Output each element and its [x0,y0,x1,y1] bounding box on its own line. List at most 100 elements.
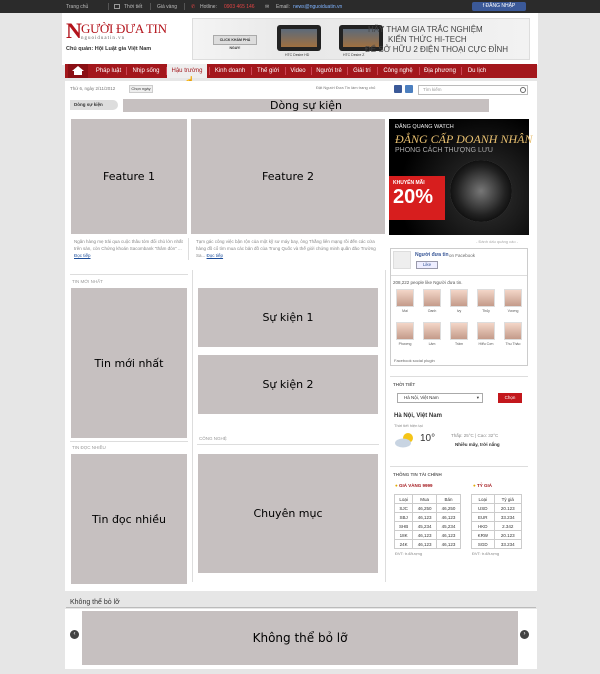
banner-cta-button[interactable]: CLICK KHÁM PHÁ NGAY! [213,35,257,50]
nav-video[interactable]: Video [287,64,309,78]
exchange-rate-table: Loại Tỷ giá USD 20.123 EUR 33.234 HKD 2.342 KRW 2… [471,494,523,549]
nav-nhip-song[interactable]: Nhịp sống [128,64,164,78]
fan-name[interactable]: Hiểu Cơn [475,342,497,346]
facebook-login-button[interactable]: f ĐĂNG NHẬP [472,2,526,11]
email-link[interactable]: news@nguoiduatin.vn [293,4,342,10]
fan-name[interactable]: Oanh [421,309,443,313]
fan-avatar[interactable] [423,289,441,307]
weather-link[interactable]: Thời tiết [124,4,142,10]
latest-news[interactable]: Tin mới nhất [70,287,188,439]
nav-dia-phuong[interactable]: Địa phương [421,64,459,78]
fx-title: ● TỶ GIÁ [473,483,492,488]
fan-name[interactable]: Ivy [448,309,470,313]
table-row: USD 20.123 [471,503,523,513]
fan-name[interactable]: Thu Thảo [502,342,524,346]
fan-name[interactable]: Vương [502,309,524,313]
table-cell: Bán [436,494,461,504]
ad-brand: ĐĂNG QUANG WATCH [395,124,454,130]
fan-name[interactable]: Phương [394,342,416,346]
category-block[interactable]: Chuyên mục [197,453,379,574]
feature-2[interactable]: Feature 2 [190,118,386,235]
nav-phap-luat[interactable]: Pháp luật [92,64,125,78]
fan-avatar[interactable] [450,289,468,307]
fan-avatar[interactable] [423,322,441,340]
footer-section-label: Không thể bỏ lỡ [70,599,120,606]
table-cell: 45,234 [436,521,461,531]
fb-like-count: 208,222 people like Người đưa tin. [393,280,463,285]
weather-icon [114,4,120,9]
fx-unit: ĐVT: tr.đ/lượng [472,551,500,556]
feature-1[interactable]: Feature 1 [70,118,188,235]
table-row: 18K 46,123 46,123 [393,530,461,540]
gold-price-table: Loại Mua Bán SJC 46,250 46,250 SBJ 46,123 46,123… [393,494,461,549]
nav-nguoi-tre[interactable]: Người trẻ [313,64,345,78]
finance-label: THÔNG TIN TÀI CHÍNH [393,472,442,477]
divider [391,275,527,276]
weather-temp: 10° [420,433,436,444]
fan-avatar[interactable] [450,322,468,340]
nav-giai-tri[interactable]: Giải trí [349,64,375,78]
nav-kinh-doanh[interactable]: Kinh doanh [211,64,249,78]
fan-name[interactable]: Trâm [448,342,470,346]
fb-like-button[interactable]: Like [416,261,438,269]
fan-avatar[interactable] [477,289,495,307]
read-more-link[interactable]: Đọc tiếp [74,253,91,258]
events-ticker[interactable]: Dòng sự kiện [122,98,490,113]
fan-name[interactable]: Lâm [421,342,443,346]
must-see-carousel[interactable]: Không thể bỏ lỡ [81,610,519,666]
page-avatar[interactable] [393,251,411,269]
weather-now: Thời tiết hiện tại [394,423,423,428]
search-icon[interactable] [520,87,526,93]
event-2[interactable]: Sự kiện 2 [197,354,379,415]
table-cell: SJC [393,503,414,513]
divider [66,607,536,608]
table-row: SHB 45,234 45,234 [393,521,461,531]
email-label: Email: [276,4,290,10]
chevron-left-icon[interactable]: ‹ [70,630,79,639]
nav-du-lich[interactable]: Du lịch [463,64,491,78]
cloud-sun-icon [395,433,413,448]
fan-name[interactable]: Mai [394,309,416,313]
fan-avatar[interactable] [477,322,495,340]
gold-link[interactable]: Giá vàng [157,4,177,10]
choose-date-button[interactable]: Chọn ngày [129,85,153,93]
nav-the-gioi[interactable]: Thế giới [253,64,283,78]
fan-avatar[interactable] [504,322,522,340]
table-cell: USD [471,503,495,513]
table-cell: Loại [471,494,495,504]
phone-icon: ✆ [191,4,196,10]
read-more-link[interactable]: Đọc tiếp [207,253,224,258]
fan-name[interactable]: Thủy [475,309,497,313]
table-cell: Mua [412,494,438,504]
fan-avatar[interactable] [504,289,522,307]
home-link[interactable]: Trang chủ [66,4,88,10]
fb-plugin-label[interactable]: Facebook social plugin [394,358,435,363]
table-cell: 46,123 [436,512,461,522]
nav-cong-nghe[interactable]: Công nghệ [379,64,417,78]
phone-label: HTC Desire Z [343,53,365,57]
table-cell: EUR [471,512,495,522]
fan-avatar[interactable] [396,289,414,307]
events-label: Dòng sự kiện [70,100,118,110]
home-icon[interactable] [68,64,88,78]
header-banner-ad[interactable]: CLICK KHÁM PHÁ NGAY! HTC Desire HD HTC D… [192,18,530,60]
location-select[interactable]: Hà Nội, Việt Nam ▾ [397,393,483,403]
table-cell: 33.234 [493,539,523,549]
search-input[interactable]: Tìm kiếm [418,85,528,95]
table-row: Loại Mua Bán [393,494,461,504]
fan-avatar[interactable] [396,322,414,340]
most-read[interactable]: Tin đọc nhiều [70,453,188,585]
weather-choose-button[interactable]: Chọn [498,393,522,403]
table-cell: 33.234 [493,512,523,522]
facebook-icon[interactable] [394,85,402,93]
fb-page-name[interactable]: Người đưa tin [415,252,449,258]
logo-text: GƯỜI ĐƯA TIN [81,21,167,36]
set-homepage-link[interactable]: Đặt Người Đưa Tin làm trang chủ [316,85,375,90]
event-1[interactable]: Sự kiện 1 [197,287,379,348]
google-plus-icon[interactable] [405,85,413,93]
chevron-right-icon[interactable]: › [520,630,529,639]
watch-image [450,160,512,222]
divider [390,466,528,467]
table-cell: 46,123 [412,530,438,540]
table-cell: Tỷ giá [493,494,523,504]
